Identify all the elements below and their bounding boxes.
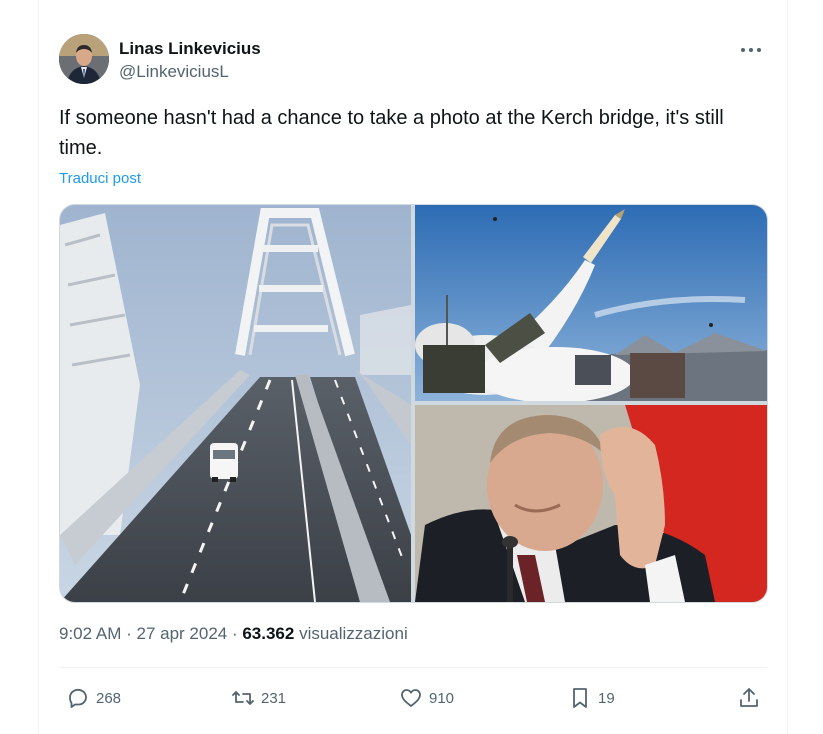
author-display-name[interactable]: Linas Linkevicius — [119, 38, 261, 60]
repost-button[interactable]: 231 — [231, 680, 286, 716]
action-bar: 268 231 910 19 — [59, 680, 767, 716]
reply-count: 268 — [96, 689, 122, 707]
heart-icon — [401, 689, 421, 707]
like-button[interactable]: 910 — [399, 680, 454, 716]
media-grid — [59, 204, 768, 603]
bookmark-count: 19 — [598, 689, 615, 707]
like-count: 910 — [429, 689, 455, 707]
author-handle[interactable]: @LinkeviciusL — [119, 60, 261, 84]
share-button[interactable] — [737, 680, 761, 716]
photo-bridge[interactable] — [60, 205, 411, 602]
bookmark-icon — [573, 688, 587, 708]
divider — [59, 667, 767, 668]
share-icon — [740, 688, 758, 707]
tweet-header: Linas Linkevicius @LinkeviciusL — [59, 34, 767, 90]
meta-separator: · — [121, 624, 137, 643]
repost-count: 231 — [261, 689, 287, 707]
avatar[interactable] — [59, 34, 109, 84]
photo-man-pensive[interactable] — [415, 405, 767, 602]
tweet-card: Linas Linkevicius @LinkeviciusL If someo… — [38, 0, 788, 734]
tweet-date[interactable]: 27 apr 2024 — [136, 624, 227, 643]
repost-icon — [232, 691, 254, 705]
author-names: Linas Linkevicius @LinkeviciusL — [119, 38, 261, 84]
reply-icon — [69, 688, 87, 708]
photo-missile-launch[interactable] — [415, 205, 767, 401]
reply-button[interactable]: 268 — [66, 680, 121, 716]
views-label: visualizzazioni — [294, 624, 408, 643]
more-dots-icon[interactable] — [737, 40, 765, 60]
meta-separator: · — [227, 624, 243, 643]
tweet-meta: 9:02 AM · 27 apr 2024 · 63.362 visualizz… — [59, 624, 408, 644]
tweet-time[interactable]: 9:02 AM — [59, 624, 121, 643]
translate-link[interactable]: Traduci post — [59, 170, 141, 187]
tweet-text: If someone hasn't had a chance to take a… — [59, 107, 724, 159]
views-count: 63.362 — [242, 624, 295, 643]
bookmark-button[interactable]: 19 — [568, 680, 615, 716]
